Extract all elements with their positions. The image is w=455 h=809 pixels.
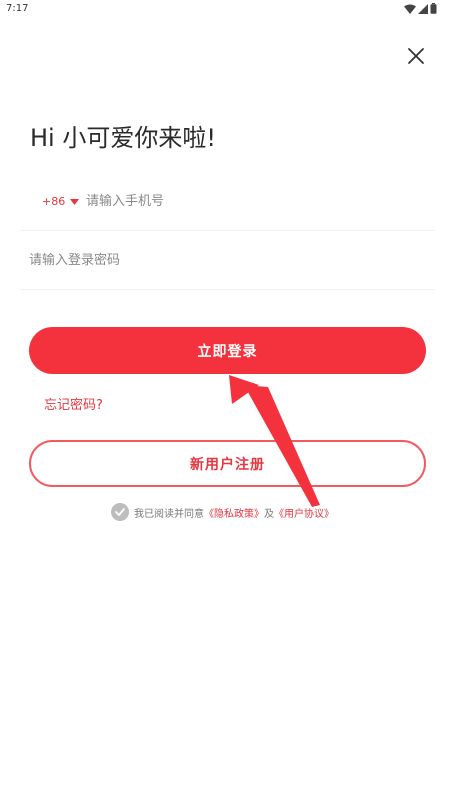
status-icons [404,3,437,14]
greeting-title: Hi 小可爱你来啦! [30,124,216,152]
country-code-selector[interactable]: +86 [42,195,80,208]
arrowhead [229,375,259,404]
agreement-row: 我已阅读并同意 《隐私政策》 及 《用户协议》 [111,503,334,521]
status-bar: 7:17 [0,0,455,20]
chevron-down-icon [70,198,80,205]
close-button[interactable] [402,42,430,70]
privacy-policy-link[interactable]: 《隐私政策》 [204,505,264,520]
phone-field-row: +86 [20,184,435,231]
wifi-icon [404,4,416,14]
signal-icon [418,3,428,14]
close-icon [408,48,424,64]
password-input[interactable] [29,249,409,271]
register-button[interactable]: 新用户注册 [29,440,426,487]
login-button[interactable]: 立即登录 [29,327,426,374]
phone-input[interactable] [86,190,416,212]
agreement-conjunction: 及 [264,508,274,520]
check-icon [115,508,125,516]
user-agreement-link[interactable]: 《用户协议》 [274,505,334,520]
battery-icon [430,3,437,14]
forgot-password-link[interactable]: 忘记密码? [44,394,103,413]
password-field-row [20,243,435,290]
agreement-checkbox[interactable] [111,503,129,521]
country-code-label: +86 [42,195,66,208]
agreement-prefix: 我已阅读并同意 [134,508,204,520]
status-time: 7:17 [6,3,29,14]
